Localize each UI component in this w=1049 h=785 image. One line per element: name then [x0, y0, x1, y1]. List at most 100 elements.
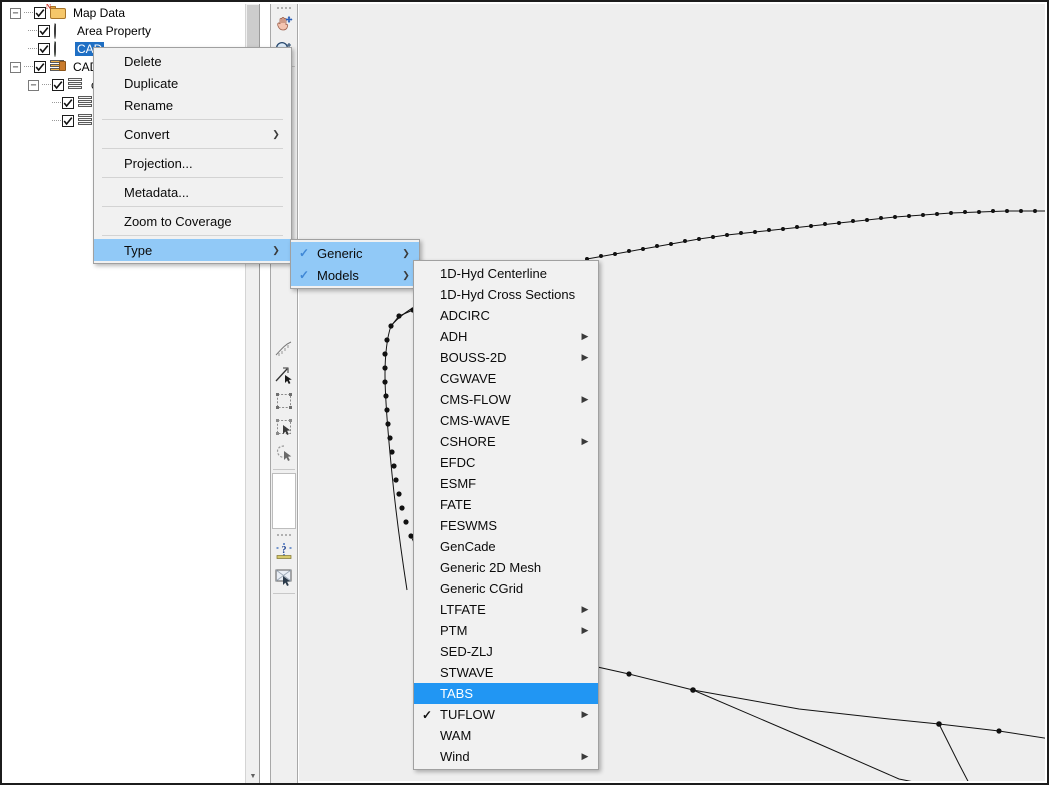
menu-item-generic[interactable]: ✓ Generic ❯	[291, 242, 419, 264]
menu-item-cms-wave[interactable]: CMS-WAVE	[414, 410, 598, 431]
menu-item-cshore[interactable]: CSHORE ▶	[414, 431, 598, 452]
coverage-green-icon	[54, 40, 71, 57]
menu-item-1d-hyd-centerline[interactable]: 1D-Hyd Centerline	[414, 263, 598, 284]
chevron-right-icon: ▶	[581, 394, 589, 404]
menu-item-ptm[interactable]: PTM ▶	[414, 620, 598, 641]
menu-item-label: Generic CGrid	[440, 581, 524, 596]
menu-item-tabs[interactable]: TABS	[414, 683, 598, 704]
menu-item-cgwave[interactable]: CGWAVE	[414, 368, 598, 389]
menu-item-feswms[interactable]: FESWMS	[414, 515, 598, 536]
scroll-down-arrow-icon[interactable]: ▼	[246, 769, 260, 783]
toolbar-grip[interactable]	[271, 531, 297, 538]
cad-folder-icon	[50, 59, 67, 75]
menu-item-label: TUFLOW	[440, 707, 495, 722]
checkbox-cad-coverage[interactable]	[38, 43, 50, 55]
menu-item-gencade[interactable]: GenCade	[414, 536, 598, 557]
menu-item-stwave[interactable]: STWAVE	[414, 662, 598, 683]
toolbar-grip[interactable]	[271, 4, 297, 11]
expander-minus-icon[interactable]: −	[10, 61, 21, 73]
coverage-context-menu[interactable]: Delete Duplicate Rename Convert ❯ Projec…	[93, 47, 292, 264]
menu-item-efdc[interactable]: EFDC	[414, 452, 598, 473]
map-canvas[interactable]	[299, 4, 1045, 781]
models-submenu[interactable]: 1D-Hyd Centerline 1D-Hyd Cross Sections …	[413, 260, 599, 770]
checkbox-area-property[interactable]	[38, 25, 50, 37]
tree-item-area-property[interactable]: Area Property	[4, 22, 259, 40]
menu-item-fate[interactable]: FATE	[414, 494, 598, 515]
menu-item-bouss-2d[interactable]: BOUSS-2D ▶	[414, 347, 598, 368]
menu-item-convert[interactable]: Convert ❯	[94, 123, 291, 145]
menu-item-label: Duplicate	[124, 75, 179, 91]
menu-item-rename[interactable]: Rename	[94, 94, 291, 116]
menu-item-label: STWAVE	[440, 665, 494, 680]
menu-item-delete[interactable]: Delete	[94, 50, 291, 72]
expander-minus-icon[interactable]: −	[10, 7, 21, 19]
chevron-right-icon: ❯	[402, 269, 410, 280]
menu-item-type[interactable]: Type ❯	[94, 239, 291, 261]
menu-item-label: Type	[124, 242, 153, 258]
menu-item-metadata[interactable]: Metadata...	[94, 181, 291, 203]
menu-item-adh[interactable]: ADH ▶	[414, 326, 598, 347]
menu-item-1d-hyd-cross-sections[interactable]: 1D-Hyd Cross Sections	[414, 284, 598, 305]
screen-capture-icon	[275, 569, 292, 586]
select-arc-arrow-icon	[275, 367, 292, 384]
menu-item-cms-flow[interactable]: CMS-FLOW ▶	[414, 389, 598, 410]
menu-item-ltfate[interactable]: LTFATE ▶	[414, 599, 598, 620]
menu-item-label: ADH	[440, 329, 468, 344]
menu-separator	[102, 235, 283, 236]
checkbox-cad-sublayer-2[interactable]	[62, 115, 74, 127]
menu-item-label: SED-ZLJ	[440, 644, 493, 659]
menu-item-adcirc[interactable]: ADCIRC	[414, 305, 598, 326]
menu-item-tuflow[interactable]: ✓ TUFLOW ▶	[414, 704, 598, 725]
tree-connector	[42, 84, 51, 86]
menu-item-projection[interactable]: Projection...	[94, 152, 291, 174]
menu-item-wam[interactable]: WAM	[414, 725, 598, 746]
toolbar-separator	[273, 469, 295, 470]
chevron-right-icon: ▶	[581, 751, 589, 761]
select-with-box-button[interactable]	[271, 414, 297, 440]
menu-item-label: Rename	[124, 97, 174, 113]
screenshot-button[interactable]	[271, 564, 297, 590]
chevron-right-icon: ❯	[272, 128, 280, 139]
checkbox-cad-sublayer-1[interactable]	[62, 97, 74, 109]
menu-item-generic-2d-mesh[interactable]: Generic 2D Mesh	[414, 557, 598, 578]
chevron-right-icon: ▶	[581, 352, 589, 362]
menu-item-label: BOUSS-2D	[440, 350, 507, 365]
pan-tool-button[interactable]	[271, 11, 297, 37]
cad-layer-icon	[68, 77, 85, 93]
tree-connector	[28, 30, 37, 32]
create-feature-arc-button[interactable]	[271, 336, 297, 362]
lasso-select-button[interactable]	[271, 440, 297, 466]
select-polygon-icon	[276, 393, 292, 409]
checkbox-cad-layer[interactable]	[52, 79, 64, 91]
arc-draw-icon	[275, 341, 292, 356]
menu-item-label: GenCade	[440, 539, 496, 554]
help-context-button[interactable]: ?	[271, 538, 297, 564]
menu-item-generic-cgrid[interactable]: Generic CGrid	[414, 578, 598, 599]
menu-item-duplicate[interactable]: Duplicate	[94, 72, 291, 94]
menu-item-sed-zlj[interactable]: SED-ZLJ	[414, 641, 598, 662]
menu-item-wind[interactable]: Wind ▶	[414, 746, 598, 767]
menu-item-label: FESWMS	[440, 518, 498, 533]
menu-item-label: Projection...	[124, 155, 193, 171]
menu-item-label: EFDC	[440, 455, 476, 470]
tree-item-map-data[interactable]: − N Map Data	[4, 3, 259, 22]
toolbar-separator	[273, 593, 295, 594]
menu-item-esmf[interactable]: ESMF	[414, 473, 598, 494]
menu-item-label: Metadata...	[124, 184, 190, 200]
chevron-right-icon: ▶	[581, 709, 589, 719]
menu-item-zoom-to-coverage[interactable]: Zoom to Coverage	[94, 210, 291, 232]
select-feature-arc-button[interactable]	[271, 362, 297, 388]
chevron-right-icon: ❯	[402, 247, 410, 258]
checkbox-cad-data[interactable]	[34, 61, 46, 73]
box-select-icon	[276, 419, 292, 435]
menu-separator	[102, 206, 283, 207]
select-feature-polygon-button[interactable]	[271, 388, 297, 414]
tree-connector	[24, 66, 33, 68]
checkbox-map-data[interactable]	[34, 7, 46, 19]
toolbar-blank-panel	[272, 473, 296, 529]
check-icon: ✓	[421, 707, 433, 722]
type-submenu[interactable]: ✓ Generic ❯ ✓ Models ❯	[290, 239, 420, 289]
menu-item-models[interactable]: ✓ Models ❯	[291, 264, 419, 286]
expander-minus-icon[interactable]: −	[28, 79, 39, 91]
application-window: − N Map Data Area Property CAD − CAD D −…	[0, 0, 1049, 785]
